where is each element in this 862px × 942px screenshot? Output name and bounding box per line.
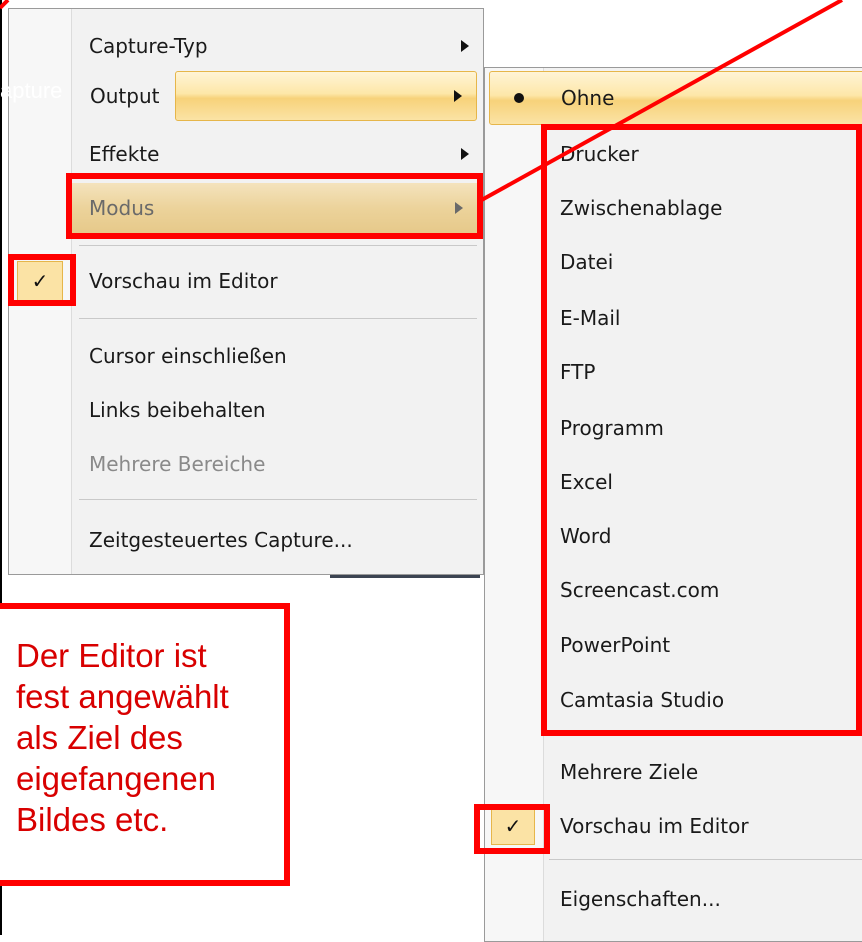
submenu-item-mehrere-ziele[interactable]: Mehrere Ziele [485,747,862,797]
radio-bullet-icon [514,93,524,103]
menu-item-label: Mehrere Ziele [560,760,699,784]
menu-item-capture-typ[interactable]: Capture-Typ [9,21,483,71]
menu-separator [79,318,477,319]
capture-context-menu: Capture-Typ Output Effekte Modus ✓ Vorsc… [8,8,484,575]
overlay-caption: apture [0,78,63,103]
menu-separator [79,245,477,246]
menu-item-label: Cursor einschließen [89,344,287,368]
menu-item-output[interactable]: Output [90,71,477,121]
annotation-box-output-targets [541,124,862,736]
menu-item-links-beibehalten[interactable]: Links beibehalten [9,385,483,435]
submenu-item-eigenschaften[interactable]: Eigenschaften... [485,874,862,924]
menu-item-mehrere-bereiche: Mehrere Bereiche [9,439,483,489]
menu-item-cursor-einschliessen[interactable]: Cursor einschließen [9,331,483,381]
menu-item-label: Zeitgesteuertes Capture... [89,528,353,552]
menu-item-label: Mehrere Bereiche [89,452,266,476]
menu-item-effekte[interactable]: Effekte [9,129,483,179]
annotation-callout: Der Editor ist fest angewählt als Ziel d… [0,603,290,886]
annotation-box-check-main [8,254,76,306]
submenu-arrow-icon [454,90,462,102]
menu-separator [549,859,862,860]
menu-item-label: Eigenschaften... [560,887,721,911]
menu-item-label: Vorschau im Editor [560,814,749,838]
menu-item-zeitgesteuertes-capture[interactable]: Zeitgesteuertes Capture... [9,515,483,565]
menu-item-label: Output [90,84,160,108]
menu-separator [79,499,477,500]
submenu-arrow-icon [461,40,469,52]
menu-item-label: Vorschau im Editor [89,269,278,293]
annotation-box-check-sub [474,804,550,854]
submenu-item-ohne[interactable]: Ohne [489,71,862,125]
menu-item-label: Ohne [561,86,615,110]
annotation-box-modus [66,173,483,239]
submenu-arrow-icon [461,148,469,160]
callout-text: Der Editor ist fest angewählt als Ziel d… [16,637,229,838]
menu-item-vorschau-im-editor[interactable]: ✓ Vorschau im Editor [9,256,483,306]
menu-item-label: Effekte [89,142,160,166]
menu-item-label: Links beibehalten [89,398,266,422]
menu-item-label: Capture-Typ [89,34,208,58]
